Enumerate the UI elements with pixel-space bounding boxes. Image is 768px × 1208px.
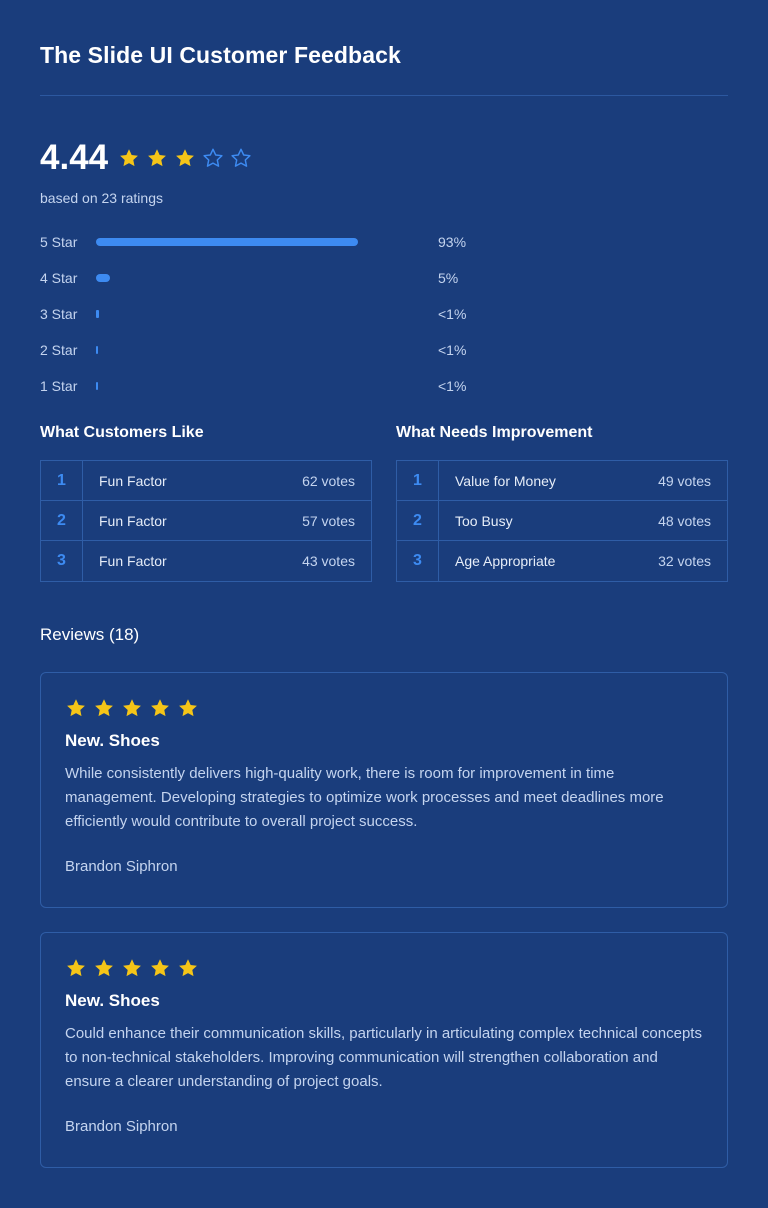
review-body: While consistently delivers high-quality… [65, 765, 664, 830]
star-icon [149, 697, 171, 719]
improvements-table: 1 Value for Money 49 votes 2 Too Busy 48… [396, 460, 728, 582]
star-icon [177, 697, 199, 719]
distribution-bar-track [96, 310, 378, 318]
improvements-heading: What Needs Improvement [396, 424, 593, 441]
improvements-row: 2 Too Busy 48 votes [397, 500, 727, 541]
improvements-row: 3 Age Appropriate 32 votes [397, 541, 727, 581]
ratings-count: based on 23 ratings [40, 190, 163, 206]
star-icon [146, 147, 168, 169]
rank-votes: 43 votes [302, 553, 355, 569]
rank-number: 1 [41, 460, 83, 501]
distribution-row-3: 3 Star <1% [40, 304, 500, 340]
distribution-bar-fill [96, 274, 110, 282]
review-body: Could enhance their communication skills… [65, 1025, 702, 1090]
distribution-label: 4 Star [40, 270, 78, 286]
improvements-row: 1 Value for Money 49 votes [397, 460, 727, 501]
star-icon [121, 697, 143, 719]
distribution-row-1: 1 Star <1% [40, 376, 500, 412]
distribution-label: 3 Star [40, 306, 78, 322]
distribution-percent: <1% [438, 306, 467, 322]
distribution-bar-track [96, 238, 378, 246]
distribution-bar-track [96, 274, 378, 282]
distribution-label: 2 Star [40, 342, 78, 358]
reviews-heading: Reviews (18) [40, 625, 140, 644]
rank-number: 1 [397, 460, 439, 501]
star-icon [174, 147, 196, 169]
distribution-percent: <1% [438, 378, 467, 394]
review-card: New. Shoes While consistently delivers h… [40, 672, 728, 908]
distribution-label: 5 Star [40, 234, 78, 250]
distribution-bar-track [96, 346, 378, 354]
review-stars [65, 697, 703, 719]
star-icon [65, 957, 87, 979]
header-divider [40, 95, 728, 96]
rank-number: 2 [41, 500, 83, 541]
rank-votes: 48 votes [658, 512, 711, 529]
rank-number: 3 [397, 541, 439, 581]
review-title: New. Shoes [65, 991, 160, 1010]
star-icon [177, 957, 199, 979]
likes-row: 1 Fun Factor 62 votes [41, 460, 371, 501]
rank-votes: 57 votes [302, 512, 355, 529]
distribution-row-2: 2 Star <1% [40, 340, 500, 376]
review-stars [65, 957, 703, 979]
star-icon [118, 147, 140, 169]
page-title: The Slide UI Customer Feedback [40, 42, 401, 68]
rank-item-name: Fun Factor [99, 553, 167, 569]
rank-item-name: Fun Factor [99, 512, 167, 529]
star-outline-icon [230, 147, 252, 169]
rank-item-name: Age Appropriate [455, 553, 556, 569]
distribution-row-5: 5 Star 93% [40, 232, 500, 268]
rank-item-name: Value for Money [455, 472, 556, 489]
summary-stars [118, 147, 258, 169]
distribution-bar-track [96, 382, 378, 390]
review-author: Brandon Siphron [65, 858, 178, 875]
likes-row: 2 Fun Factor 57 votes [41, 500, 371, 541]
distribution-label: 1 Star [40, 378, 78, 394]
star-icon [149, 957, 171, 979]
distribution-percent: <1% [438, 342, 467, 358]
likes-table: 1 Fun Factor 62 votes 2 Fun Factor 57 vo… [40, 460, 372, 582]
rank-number: 3 [41, 541, 83, 581]
review-title: New. Shoes [65, 731, 160, 750]
distribution-percent: 5% [438, 270, 459, 286]
likes-row: 3 Fun Factor 43 votes [41, 541, 371, 581]
rank-votes: 32 votes [658, 553, 711, 569]
rating-summary: 4.44 [40, 138, 258, 178]
distribution-bar-fill [96, 382, 98, 390]
distribution-row-4: 4 Star 5% [40, 268, 500, 304]
rating-distribution: 5 Star 93% 4 Star 5% 3 Star <1% 2 Star <… [40, 232, 500, 412]
rank-votes: 62 votes [302, 472, 355, 489]
rank-number: 2 [397, 500, 439, 541]
likes-heading: What Customers Like [40, 424, 204, 441]
star-icon [121, 957, 143, 979]
feedback-page: The Slide UI Customer Feedback 4.44 base… [0, 0, 768, 1208]
star-icon [93, 957, 115, 979]
review-card: New. Shoes Could enhance their communica… [40, 932, 728, 1168]
rank-item-name: Fun Factor [99, 472, 167, 489]
star-icon [93, 697, 115, 719]
distribution-percent: 93% [438, 234, 467, 250]
rank-votes: 49 votes [658, 472, 711, 489]
star-outline-icon [202, 147, 224, 169]
rank-item-name: Too Busy [455, 512, 513, 529]
star-icon [65, 697, 87, 719]
distribution-bar-fill [96, 310, 99, 318]
average-score: 4.44 [40, 138, 109, 177]
distribution-bar-fill [96, 238, 358, 246]
distribution-bar-fill [96, 346, 98, 354]
review-author: Brandon Siphron [65, 1118, 178, 1135]
